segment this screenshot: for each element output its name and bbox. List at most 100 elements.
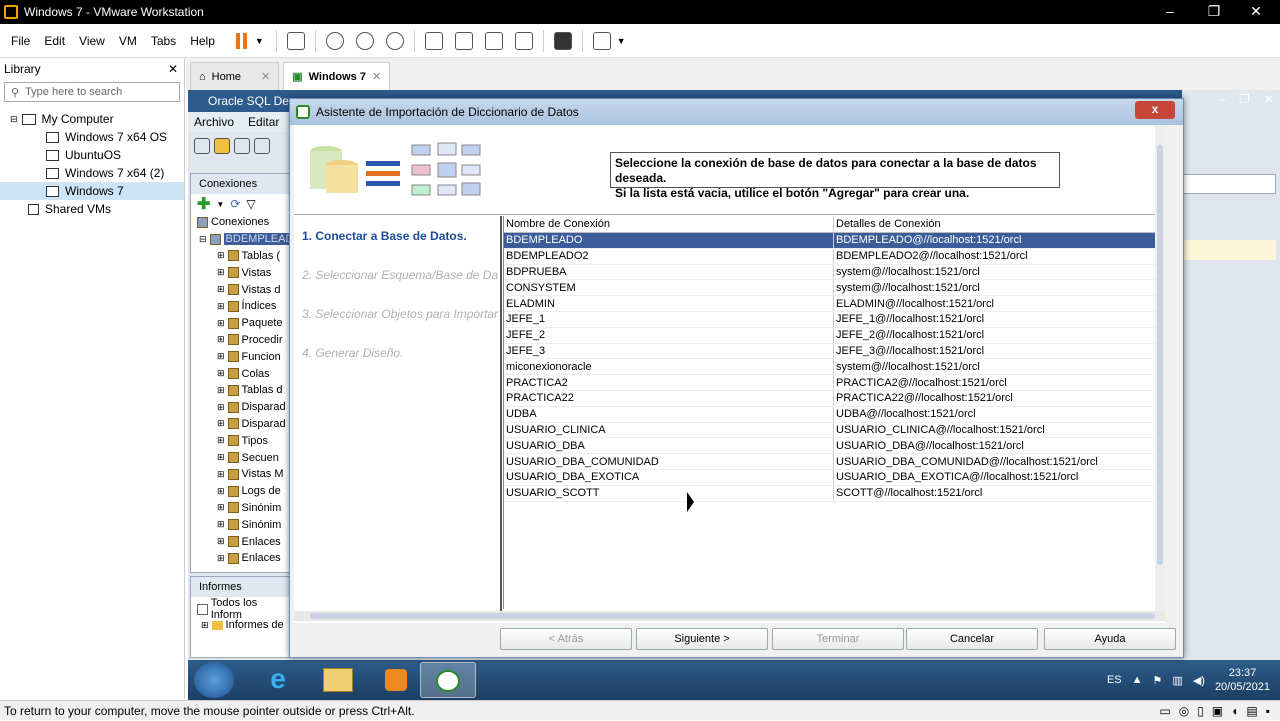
tree-item-bdempleado[interactable]: ⊟ BDEMPLEADO: [191, 231, 289, 248]
chevron-down-icon[interactable]: ▼: [216, 200, 224, 209]
table-row-selected[interactable]: BDEMPLEADO BDEMPLEADO@//localhost:1521/or…: [504, 233, 1165, 249]
expand-icon[interactable]: ⊞: [217, 301, 225, 312]
tree-item-object-type[interactable]: ⊞ Vistas M: [191, 466, 289, 483]
table-row[interactable]: USUARIO_CLINICA USUARIO_CLINICA@//localho…: [504, 422, 1165, 439]
close-icon[interactable]: ✕: [1236, 0, 1276, 24]
expand-icon[interactable]: ⊞: [217, 334, 225, 345]
table-row[interactable]: miconexionoracle system@//localhost:1521/…: [504, 359, 1165, 376]
tree-item-object-type[interactable]: ⊞ Secuen: [191, 449, 289, 466]
cancel-button[interactable]: Cancelar: [906, 628, 1038, 650]
table-row[interactable]: BDPRUEBA system@//localhost:1521/orcl: [504, 264, 1165, 281]
tree-item-my-computer[interactable]: ⊟ My Computer: [0, 110, 184, 128]
menu-edit[interactable]: Edit: [37, 34, 72, 48]
table-row[interactable]: USUARIO_DBA USUARIO_DBA@//localhost:1521/…: [504, 438, 1165, 455]
column-header-name[interactable]: Nombre de Conexión: [504, 216, 834, 232]
next-button[interactable]: Siguiente >: [636, 628, 768, 650]
snapshot-icon[interactable]: [325, 31, 344, 50]
close-tab-icon[interactable]: ✕: [261, 70, 270, 83]
console-view-icon[interactable]: [553, 31, 572, 50]
menu-file[interactable]: File: [4, 34, 37, 48]
message-icon[interactable]: ▪: [1266, 701, 1270, 721]
table-row[interactable]: BDEMPLEADO2 BDEMPLEADO2@//localhost:1521/…: [504, 248, 1165, 265]
expand-icon[interactable]: ⊞: [217, 435, 225, 446]
expand-icon[interactable]: ⊞: [217, 385, 225, 396]
tree-item-vm[interactable]: UbuntuOS: [0, 146, 184, 164]
horizontal-scrollbar[interactable]: [294, 611, 1165, 621]
scrollbar-thumb[interactable]: [1157, 145, 1163, 565]
restore-icon[interactable]: ❐: [1239, 92, 1250, 106]
network-adapter-icon[interactable]: ▣: [1212, 701, 1223, 721]
expand-icon[interactable]: ⊞: [217, 486, 225, 497]
language-indicator[interactable]: ES: [1107, 674, 1122, 686]
sound-card-icon[interactable]: ◖: [1231, 701, 1238, 721]
minimize-icon[interactable]: –: [1150, 0, 1190, 24]
explorer-taskbar-button[interactable]: [310, 662, 366, 698]
tree-item-vm[interactable]: Windows 7 x64 (2): [0, 164, 184, 182]
column-header-details[interactable]: Detalles de Conexión: [834, 216, 1164, 232]
menu-archivo[interactable]: Archivo: [194, 115, 234, 129]
tree-item-reports[interactable]: ⊞ Informes de: [191, 617, 289, 633]
vertical-scrollbar[interactable]: [1155, 125, 1165, 615]
help-button[interactable]: Ayuda: [1044, 628, 1176, 650]
menu-view[interactable]: View: [72, 34, 112, 48]
tree-item-object-type[interactable]: ⊞ Enlaces: [191, 550, 289, 567]
open-icon[interactable]: [214, 138, 230, 154]
tab-windows-7[interactable]: ▣ Windows 7 ✕: [283, 62, 391, 90]
expand-icon[interactable]: ⊞: [217, 469, 225, 480]
tree-item-vm[interactable]: Windows 7 x64 OS: [0, 128, 184, 146]
usb-icon[interactable]: ▯: [1197, 701, 1204, 721]
save-icon[interactable]: [234, 138, 250, 154]
expand-icon[interactable]: ⊞: [217, 502, 225, 513]
action-center-icon[interactable]: ⚑: [1153, 674, 1163, 687]
new-icon[interactable]: [194, 138, 210, 154]
tree-item-object-type[interactable]: ⊞ Vistas: [191, 264, 289, 281]
tree-item-object-type[interactable]: ⊞ Sinónim: [191, 500, 289, 517]
table-row[interactable]: ELADMIN ELADMIN@//localhost:1521/orcl: [504, 296, 1165, 312]
start-button[interactable]: [194, 662, 234, 698]
tree-item-object-type[interactable]: ⊞ Enlaces: [191, 533, 289, 550]
tree-item-object-type[interactable]: ⊞ Logs de: [191, 483, 289, 500]
sql-developer-taskbar-button[interactable]: [420, 662, 476, 698]
table-row[interactable]: JEFE_3 JEFE_3@//localhost:1521/orcl: [504, 343, 1165, 360]
table-row[interactable]: USUARIO_DBA_EXOTICA USUARIO_DBA_EXOTICA@/…: [504, 469, 1165, 486]
tree-item-object-type[interactable]: ⊞ Tipos: [191, 432, 289, 449]
table-row[interactable]: USUARIO_SCOTT SCOTT@//localhost:1521/orcl: [504, 485, 1165, 502]
filter-icon[interactable]: ▽: [246, 197, 255, 211]
network-icon[interactable]: ▥: [1172, 674, 1182, 687]
cd-drive-icon[interactable]: ◎: [1179, 701, 1189, 721]
menu-tabs[interactable]: Tabs: [144, 34, 183, 48]
table-row[interactable]: CONSYSTEM system@//localhost:1521/orcl: [504, 280, 1165, 297]
menu-help[interactable]: Help: [183, 34, 222, 48]
tree-item-object-type[interactable]: ⊞ Colas: [191, 365, 289, 382]
tree-item-shared-vms[interactable]: Shared VMs: [0, 200, 184, 218]
expand-icon[interactable]: ⊞: [217, 553, 225, 564]
library-view-icon[interactable]: [424, 31, 443, 50]
expand-icon[interactable]: ⊞: [217, 351, 225, 362]
table-row[interactable]: PRACTICA2 PRACTICA2@//localhost:1521/orcl: [504, 375, 1165, 391]
display-icon[interactable]: ▤: [1246, 701, 1257, 721]
unity-icon[interactable]: [514, 31, 533, 50]
media-player-taskbar-button[interactable]: [368, 662, 424, 698]
tree-item-connections[interactable]: Conexiones: [191, 214, 289, 231]
tree-item-object-type[interactable]: ⊞ Índices: [191, 298, 289, 315]
collapse-icon[interactable]: ⊟: [199, 234, 207, 245]
tree-item-object-type[interactable]: ⊞ Paquete: [191, 315, 289, 332]
hard-disk-icon[interactable]: ▭: [1159, 701, 1170, 721]
scrollbar-thumb[interactable]: [310, 613, 1155, 619]
save-all-icon[interactable]: [254, 138, 270, 154]
tree-item-object-type[interactable]: ⊞ Procedir: [191, 332, 289, 349]
send-keys-icon[interactable]: [286, 31, 305, 50]
expand-icon[interactable]: ⊞: [217, 519, 225, 530]
menu-editar[interactable]: Editar: [248, 115, 279, 129]
editor-dropdown[interactable]: [1182, 174, 1276, 194]
expand-icon[interactable]: ⊞: [217, 402, 225, 413]
expand-icon[interactable]: ⊞: [217, 418, 225, 429]
refresh-icon[interactable]: ⟳: [230, 197, 240, 211]
snapshot-manager-icon[interactable]: [385, 31, 404, 50]
stretch-guest-icon[interactable]: [592, 31, 611, 50]
expand-icon[interactable]: ⊞: [217, 250, 225, 261]
chevron-down-icon[interactable]: ▼: [617, 36, 626, 46]
table-row[interactable]: UDBA UDBA@//localhost:1521/orcl: [504, 406, 1165, 423]
maximize-icon[interactable]: ❐: [1194, 0, 1234, 24]
tab-home[interactable]: ⌂ Home ✕: [190, 62, 280, 90]
